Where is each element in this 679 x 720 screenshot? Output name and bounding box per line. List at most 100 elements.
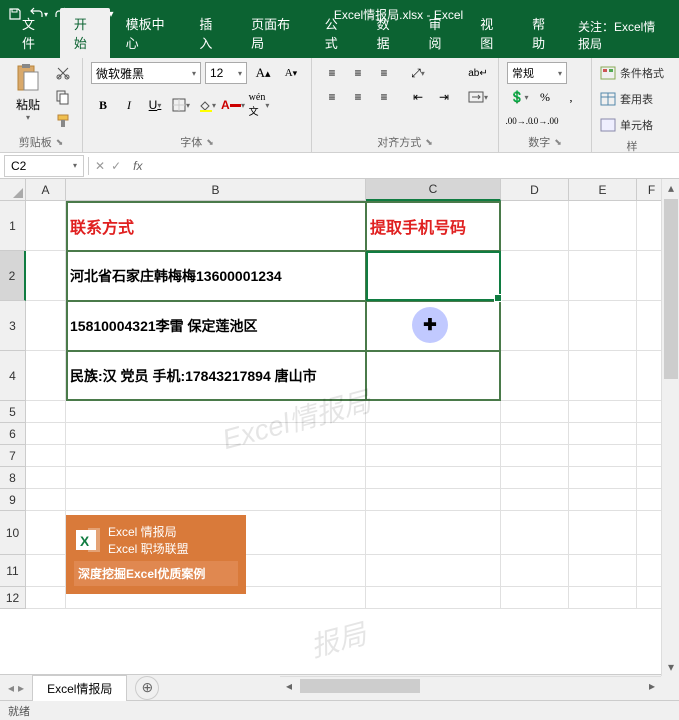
menu-layout[interactable]: 页面布局 [237, 8, 309, 58]
cell-B9[interactable] [66, 489, 366, 511]
decrease-indent-button[interactable]: ⇤ [406, 86, 430, 108]
cell-A1[interactable] [26, 201, 66, 251]
cell-A3[interactable] [26, 301, 66, 351]
increase-indent-button[interactable]: ⇥ [432, 86, 456, 108]
cell-A5[interactable] [26, 401, 66, 423]
cell-E10[interactable] [569, 511, 637, 555]
cell-B2[interactable]: 河北省石家庄韩梅梅13600001234 [66, 251, 366, 301]
enter-formula-button[interactable]: ✓ [111, 159, 121, 173]
tab-nav-next[interactable]: ▸ [18, 681, 24, 695]
row-header-2[interactable]: 2 [0, 251, 26, 301]
horizontal-scrollbar[interactable]: ◂ ▸ [280, 676, 661, 694]
cell-A9[interactable] [26, 489, 66, 511]
column-header-E[interactable]: E [569, 179, 637, 201]
align-right-button[interactable]: ≡ [372, 86, 396, 108]
cell-D1[interactable] [501, 201, 569, 251]
row-header-5[interactable]: 5 [0, 401, 26, 423]
align-bottom-button[interactable]: ≡ [372, 62, 396, 84]
increase-font-button[interactable]: A▴ [251, 62, 275, 84]
cell-E5[interactable] [569, 401, 637, 423]
row-header-10[interactable]: 10 [0, 511, 26, 555]
alignment-launcher[interactable]: ⬊ [425, 137, 433, 148]
cell-C2[interactable] [366, 251, 501, 301]
wrap-text-button[interactable]: ab↵ [466, 62, 490, 84]
cell-B8[interactable] [66, 467, 366, 489]
scroll-down-button[interactable]: ▾ [662, 658, 679, 676]
sheet-tab[interactable]: Excel情报局 [32, 675, 127, 701]
menu-formula[interactable]: 公式 [311, 8, 361, 58]
number-launcher[interactable]: ⬊ [554, 137, 562, 148]
formula-bar-input[interactable] [148, 155, 679, 177]
column-header-D[interactable]: D [501, 179, 569, 201]
currency-button[interactable]: 💲▾ [507, 86, 531, 108]
copy-button[interactable] [52, 86, 74, 108]
scroll-left-button[interactable]: ◂ [280, 677, 298, 695]
cell-B7[interactable] [66, 445, 366, 467]
cell-D3[interactable] [501, 301, 569, 351]
align-left-button[interactable]: ≡ [320, 86, 344, 108]
menu-insert[interactable]: 插入 [185, 8, 235, 58]
cell-D6[interactable] [501, 423, 569, 445]
cell-C6[interactable] [366, 423, 501, 445]
font-color-button[interactable]: A▾ [221, 94, 245, 116]
cell-D7[interactable] [501, 445, 569, 467]
menu-right-link[interactable]: 关注：Excel情报局 [570, 12, 671, 58]
comma-button[interactable]: , [559, 86, 583, 108]
cell-D8[interactable] [501, 467, 569, 489]
cell-B6[interactable] [66, 423, 366, 445]
cell-D11[interactable] [501, 555, 569, 587]
row-header-11[interactable]: 11 [0, 555, 26, 587]
cancel-formula-button[interactable]: ✕ [95, 159, 105, 173]
cell-C3[interactable] [366, 301, 501, 351]
menu-template[interactable]: 模板中心 [112, 8, 184, 58]
format-table-button[interactable]: 套用表 [600, 88, 653, 110]
scroll-up-button[interactable]: ▴ [662, 179, 679, 197]
cell-B1[interactable]: 联系方式 [66, 201, 366, 251]
vertical-scrollbar[interactable]: ▴ ▾ [661, 179, 679, 676]
cell-D12[interactable] [501, 587, 569, 609]
border-button[interactable]: ▾ [169, 94, 193, 116]
column-header-C[interactable]: C [366, 179, 501, 201]
align-middle-button[interactable]: ≡ [346, 62, 370, 84]
cell-D4[interactable] [501, 351, 569, 401]
cell-A7[interactable] [26, 445, 66, 467]
cell-E2[interactable] [569, 251, 637, 301]
cell-D2[interactable] [501, 251, 569, 301]
cell-B4[interactable]: 民族:汉 党员 手机:17843217894 唐山市 [66, 351, 366, 401]
cell-B3[interactable]: 15810004321李雷 保定莲池区 [66, 301, 366, 351]
cell-A8[interactable] [26, 467, 66, 489]
row-header-1[interactable]: 1 [0, 201, 26, 251]
cut-button[interactable] [52, 62, 74, 84]
column-header-A[interactable]: A [26, 179, 66, 201]
add-sheet-button[interactable]: ⊕ [135, 676, 159, 700]
cell-C8[interactable] [366, 467, 501, 489]
cell-E4[interactable] [569, 351, 637, 401]
cell-A4[interactable] [26, 351, 66, 401]
cell-D9[interactable] [501, 489, 569, 511]
clipboard-launcher[interactable]: ⬊ [56, 137, 64, 148]
cell-C4[interactable] [366, 351, 501, 401]
row-header-12[interactable]: 12 [0, 587, 26, 609]
decrease-decimal-button[interactable]: .0→.00 [533, 110, 557, 132]
cell-C9[interactable] [366, 489, 501, 511]
cell-C10[interactable] [366, 511, 501, 555]
row-header-3[interactable]: 3 [0, 301, 26, 351]
font-launcher[interactable]: ⬊ [206, 137, 214, 148]
row-header-4[interactable]: 4 [0, 351, 26, 401]
cell-A11[interactable] [26, 555, 66, 587]
paste-button[interactable]: 粘贴 ▾ [8, 62, 48, 122]
cell-E3[interactable] [569, 301, 637, 351]
cell-A2[interactable] [26, 251, 66, 301]
underline-button[interactable]: U▾ [143, 94, 167, 116]
bold-button[interactable]: B [91, 94, 115, 116]
cell-E11[interactable] [569, 555, 637, 587]
font-size-select[interactable]: 12▾ [205, 62, 247, 84]
column-header-B[interactable]: B [66, 179, 366, 201]
italic-button[interactable]: I [117, 94, 141, 116]
menu-review[interactable]: 审阅 [414, 8, 464, 58]
cell-A6[interactable] [26, 423, 66, 445]
cell-E9[interactable] [569, 489, 637, 511]
row-header-9[interactable]: 9 [0, 489, 26, 511]
tab-nav-prev[interactable]: ◂ [8, 681, 14, 695]
increase-decimal-button[interactable]: .00→.0 [507, 110, 531, 132]
